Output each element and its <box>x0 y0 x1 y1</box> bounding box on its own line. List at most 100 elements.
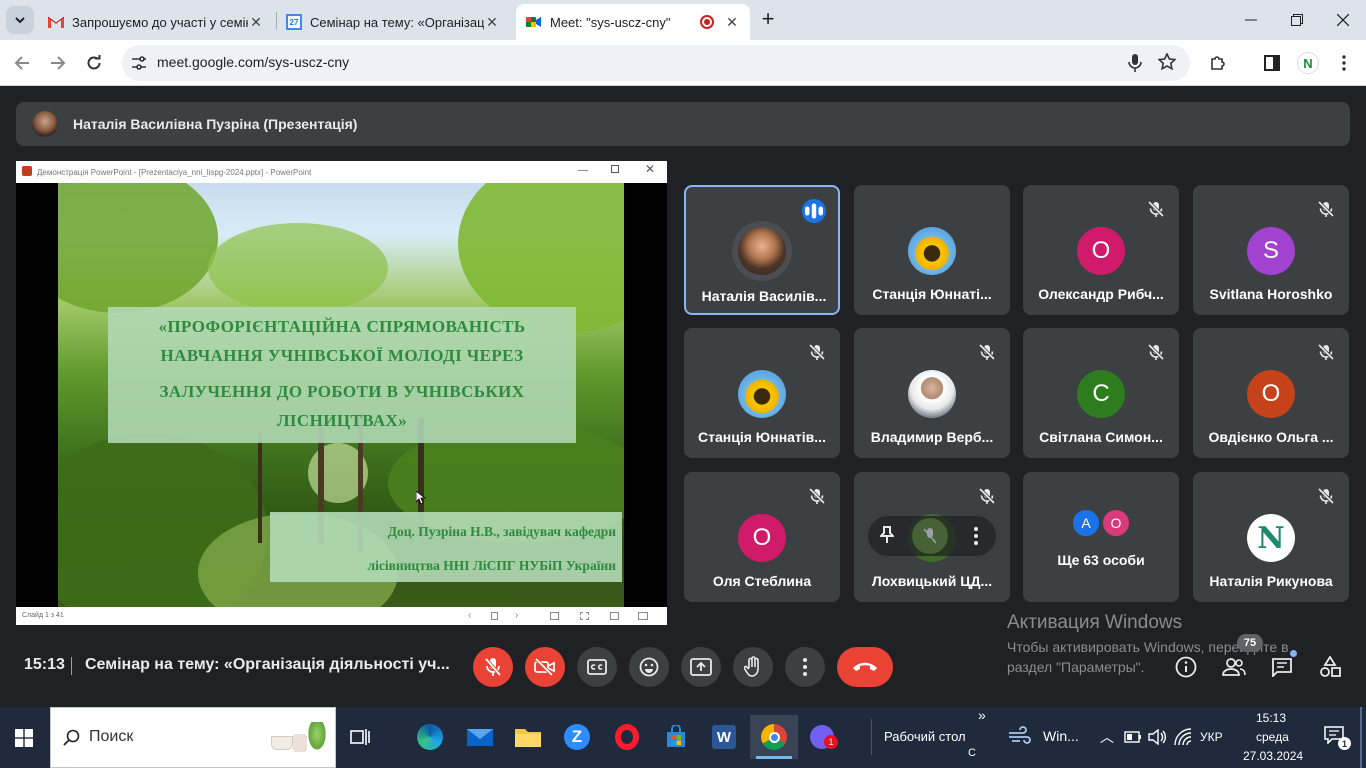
tab-meet[interactable]: Meet: "sys-uscz-cny" ✕ <box>516 4 750 40</box>
taskbar-search-box[interactable]: Поиск <box>50 707 336 768</box>
people-button[interactable] <box>1217 650 1251 684</box>
tab-title: Meet: "sys-uscz-cny" <box>550 14 671 30</box>
speaking-indicator <box>802 199 826 223</box>
camera-toggle-button[interactable] <box>525 647 565 687</box>
participant-tile[interactable]: Станція Юннатів... <box>684 328 840 458</box>
participant-tile[interactable]: О Оля Стеблина <box>684 472 840 602</box>
participant-avatar: О <box>1101 508 1131 538</box>
powerpoint-window-title: Демонстрація PowerPoint - [Prezentaciya_… <box>37 168 312 177</box>
mic-off-icon <box>1317 200 1335 218</box>
start-button[interactable] <box>0 707 48 768</box>
close-icon[interactable]: ✕ <box>484 14 500 31</box>
participant-avatar: О <box>1077 227 1125 275</box>
arrow-right-icon <box>51 56 66 70</box>
emoji-icon <box>639 657 659 677</box>
tab-gmail[interactable]: Запрошуємо до участі у семін ✕ <box>38 4 274 40</box>
edge-icon <box>417 724 443 750</box>
close-icon[interactable]: ✕ <box>248 14 264 31</box>
chat-button[interactable] <box>1265 650 1299 684</box>
battery-icon[interactable] <box>1124 731 1142 743</box>
taskbar-file-explorer[interactable] <box>506 715 550 759</box>
taskbar-zoom[interactable]: Z <box>555 715 599 759</box>
clock-date: 27.03.2024 <box>1243 749 1304 763</box>
new-tab-button[interactable]: + <box>756 8 780 32</box>
participant-tile[interactable]: Владимир Верб... <box>854 328 1010 458</box>
participant-tile[interactable]: О Овдієнко Ольга ... <box>1193 328 1349 458</box>
task-view-button[interactable] <box>338 715 382 759</box>
participant-tile[interactable]: О Олександр Рибч... <box>1023 185 1179 315</box>
participant-tile[interactable]: S Svitlana Horoshko <box>1193 185 1349 315</box>
participant-name: Олександр Рибч... <box>1038 286 1164 302</box>
close-icon[interactable]: ✕ <box>724 14 740 31</box>
forward-button[interactable] <box>40 40 76 86</box>
meeting-details-button[interactable] <box>1169 650 1203 684</box>
profile-button[interactable]: N <box>1290 40 1326 86</box>
participant-name: Станція Юннатів... <box>698 429 826 445</box>
restore-button[interactable] <box>1274 0 1320 40</box>
side-panel-button[interactable] <box>1254 40 1290 86</box>
search-placeholder: Поиск <box>89 728 134 745</box>
show-hidden-icons[interactable]: ︿ <box>1100 727 1114 747</box>
more-options-button[interactable] <box>785 647 825 687</box>
leave-call-button[interactable] <box>837 647 893 687</box>
bookmark-star-icon[interactable] <box>1157 52 1177 76</box>
presenter-name: Наталія Василівна Пузріна (Презентація) <box>73 116 358 132</box>
toolbar-expand-icon[interactable]: » <box>978 707 986 723</box>
microphone-toggle-button[interactable] <box>473 647 513 687</box>
activities-button[interactable] <box>1313 650 1347 684</box>
reload-button[interactable] <box>76 40 112 86</box>
windows-taskbar: Поиск Z W 1 Рабочий стол С » Win... ︿ УК… <box>0 707 1366 768</box>
site-info-icon[interactable] <box>130 54 148 77</box>
meet-stage: Наталія Василівна Пузріна (Презентація) … <box>0 87 1366 707</box>
participant-tile[interactable]: Лохвицький ЦД... <box>854 472 1010 602</box>
participant-tile[interactable]: Наталія Василів... <box>684 185 840 315</box>
tab-calendar[interactable]: 27 Семінар на тему: «Організаці ✕ <box>276 4 510 40</box>
taskbar-opera[interactable] <box>605 715 649 759</box>
mute-participant-icon[interactable] <box>912 518 948 554</box>
tab-search-button[interactable] <box>6 6 34 34</box>
minimize-button[interactable] <box>1228 0 1274 40</box>
present-screen-button[interactable] <box>681 647 721 687</box>
taskbar-mail[interactable] <box>458 715 502 759</box>
captions-button[interactable] <box>577 647 617 687</box>
gmail-icon <box>48 14 64 30</box>
mic-off-icon <box>1147 200 1165 218</box>
clock-time[interactable]: 15:13 <box>1256 711 1286 725</box>
ppt-close-icon: ✕ <box>645 162 656 176</box>
powerpoint-status-bar: Слайд 1 з 41 ‹ › <box>16 607 667 625</box>
volume-icon[interactable] <box>1148 729 1166 745</box>
chrome-menu-button[interactable] <box>1326 40 1362 86</box>
microphone-icon[interactable] <box>1128 54 1142 77</box>
kebab-menu-icon[interactable] <box>974 527 978 550</box>
notification-center-button[interactable]: 1 <box>1318 721 1354 753</box>
slide-author-line: Доц. Пузріна Н.В., завідувач кафедри <box>387 524 616 539</box>
desktop-toolbar-label[interactable]: Рабочий стол <box>884 729 966 744</box>
language-indicator[interactable]: УКР <box>1200 730 1223 744</box>
network-icon[interactable] <box>1174 728 1192 746</box>
weather-label: Win... <box>1043 728 1079 744</box>
taskbar-store[interactable] <box>654 715 698 759</box>
participant-tile[interactable]: С Світлана Симон... <box>1023 328 1179 458</box>
back-button[interactable] <box>4 40 40 86</box>
taskbar-viber[interactable]: 1 <box>800 715 844 759</box>
participant-avatar: N <box>1247 514 1295 562</box>
participant-tile[interactable]: N Наталія Рикунова <box>1193 472 1349 602</box>
taskbar-chrome[interactable] <box>750 715 798 759</box>
raise-hand-button[interactable] <box>733 647 773 687</box>
pin-icon[interactable] <box>878 526 896 549</box>
mic-off-icon <box>1317 343 1335 361</box>
weather-widget[interactable]: Win... <box>1008 725 1088 749</box>
prev-slide-icon: ‹ <box>468 610 472 621</box>
taskbar-word[interactable]: W <box>702 715 746 759</box>
taskbar-edge[interactable] <box>408 715 452 759</box>
address-bar[interactable]: meet.google.com/sys-uscz-cny <box>122 45 1190 81</box>
slide-author-line: лісівництва ННІ ЛіСПГ НУБіП України <box>367 558 617 573</box>
participant-tile[interactable]: Станція Юннаті... <box>854 185 1010 315</box>
divider <box>71 657 72 675</box>
close-window-button[interactable] <box>1320 0 1366 40</box>
more-participants-tile[interactable]: А О Ще 63 особи <box>1023 472 1179 602</box>
show-desktop-strip[interactable] <box>1360 707 1362 768</box>
reactions-button[interactable] <box>629 647 669 687</box>
extensions-button[interactable] <box>1200 40 1236 86</box>
shared-screen[interactable]: Демонстрація PowerPoint - [Prezentaciya_… <box>16 161 667 625</box>
